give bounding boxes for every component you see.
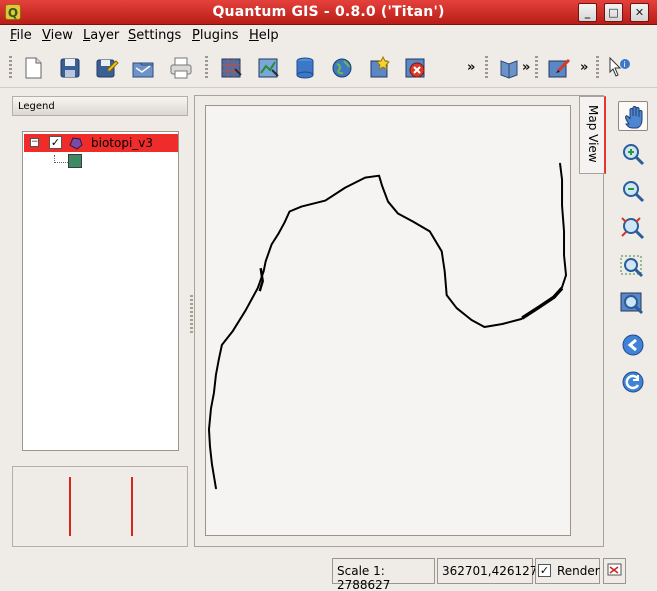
remove-layer-button[interactable] (402, 55, 428, 81)
zoom-last-button[interactable] (618, 330, 648, 360)
open-project-button[interactable] (130, 55, 156, 81)
toolbar-grip[interactable] (535, 56, 538, 80)
map-canvas[interactable] (205, 105, 571, 536)
close-button[interactable]: ✕ (630, 3, 649, 22)
overview-extent-line (131, 477, 133, 536)
panel-splitter[interactable] (190, 295, 193, 335)
print-button[interactable] (168, 55, 194, 81)
save-project-icon (60, 58, 80, 78)
legend-panel: − ✓ biotopi_v3 (22, 131, 179, 451)
capture-tool-icon (548, 58, 571, 78)
status-bar: Scale 1: 2788627 362701,426127 Render ✓ (0, 556, 657, 591)
identify-button[interactable]: i (606, 55, 632, 81)
menu-plugins[interactable]: Plugins (192, 28, 239, 43)
toolbar-overflow-button[interactable]: » (522, 60, 530, 75)
coordinate-label: 362701,426127 (442, 564, 538, 578)
zoom-full-button[interactable] (618, 214, 648, 244)
menu-view[interactable]: View (42, 28, 73, 43)
print-icon (170, 57, 192, 79)
main-toolbar: » » » i (0, 48, 657, 88)
zoom-to-selection-button[interactable] (618, 253, 648, 283)
scale-display: Scale 1: 2788627 (332, 558, 435, 591)
toolbar-grip[interactable] (9, 56, 12, 80)
maximize-button[interactable]: □ (604, 3, 623, 22)
help-book-icon (500, 60, 518, 79)
zoom-to-layer-button[interactable] (618, 290, 648, 320)
add-postgis-layer-button[interactable] (292, 55, 318, 81)
zoom-full-icon (621, 217, 645, 240)
remove-layer-icon (405, 58, 425, 78)
add-raster-layer-icon (221, 58, 242, 78)
minimize-icon: _ (584, 6, 591, 19)
legend-layer-row[interactable]: − ✓ biotopi_v3 (24, 134, 178, 152)
add-vector-layer-icon (258, 58, 279, 78)
zoom-to-layer-icon (620, 292, 644, 315)
menu-settings[interactable]: Settings (128, 28, 181, 43)
render-label: Render (557, 564, 600, 578)
zoom-out-icon (623, 181, 645, 203)
minimize-button[interactable]: _ (578, 3, 597, 22)
help-button[interactable] (496, 55, 522, 81)
add-postgis-layer-icon (296, 57, 314, 79)
toolbar-grip[interactable] (205, 56, 208, 80)
layer-symbol-swatch (68, 154, 82, 168)
legend-title: Legend (18, 101, 55, 112)
legend-header: Legend (12, 96, 188, 116)
zoom-in-icon (623, 144, 645, 166)
polygon-layer-icon (68, 135, 84, 151)
map-view-tab-label: Map View (586, 105, 600, 163)
refresh-button[interactable] (618, 367, 648, 397)
add-raster-layer-button[interactable] (218, 55, 244, 81)
menu-file[interactable]: File (10, 28, 32, 43)
collapse-icon[interactable]: − (30, 138, 39, 147)
coordinate-display: 362701,426127 (437, 558, 537, 584)
menu-bar: File View Layer Settings Plugins Help (0, 25, 657, 47)
scale-label: Scale 1: 2788627 (337, 564, 391, 591)
toolbar-grip[interactable] (485, 56, 488, 80)
layer-visibility-checkbox[interactable]: ✓ (49, 136, 62, 149)
layer-name: biotopi_v3 (91, 136, 154, 150)
maximize-icon: □ (608, 6, 619, 19)
projection-button[interactable] (603, 558, 626, 584)
window-title: Quantum GIS - 0.8.0 ('Titan') (212, 4, 445, 20)
zoom-out-button[interactable] (618, 177, 648, 207)
new-vector-layer-button[interactable] (366, 55, 392, 81)
save-project-as-icon (96, 59, 119, 78)
refresh-icon (622, 371, 644, 393)
add-wms-layer-button[interactable] (329, 55, 355, 81)
pan-icon (625, 106, 643, 129)
menu-help[interactable]: Help (249, 28, 279, 43)
identify-icon: i (609, 56, 630, 77)
render-checkbox[interactable]: ✓ (538, 564, 551, 577)
new-project-button[interactable] (20, 55, 46, 81)
pan-button[interactable] (618, 101, 648, 131)
new-vector-layer-icon (370, 55, 390, 78)
tab-map-view[interactable]: Map View (579, 96, 606, 174)
svg-text:i: i (624, 60, 626, 69)
tree-connector (54, 155, 68, 163)
projection-icon (607, 563, 622, 576)
toolbar-overflow-button[interactable]: » (467, 60, 475, 75)
zoom-in-button[interactable] (618, 140, 648, 170)
save-project-button[interactable] (57, 55, 83, 81)
add-wms-layer-icon (332, 58, 352, 78)
menu-layer[interactable]: Layer (83, 28, 119, 43)
toolbar-grip[interactable] (596, 56, 599, 80)
new-project-icon (25, 57, 42, 79)
capture-tool-button[interactable] (546, 55, 572, 81)
overview-panel[interactable] (12, 466, 188, 547)
open-project-icon (132, 62, 154, 78)
close-icon: ✕ (634, 6, 645, 19)
add-vector-layer-button[interactable] (255, 55, 281, 81)
save-project-as-button[interactable] (93, 55, 119, 81)
title-bar: Q Quantum GIS - 0.8.0 ('Titan') _ □ ✕ (0, 0, 657, 25)
zoom-last-icon (622, 334, 644, 356)
overview-extent-line (69, 477, 71, 536)
zoom-to-selection-icon (620, 255, 644, 278)
toolbar-overflow-button[interactable]: » (580, 60, 588, 75)
map-feature-line (207, 162, 568, 490)
